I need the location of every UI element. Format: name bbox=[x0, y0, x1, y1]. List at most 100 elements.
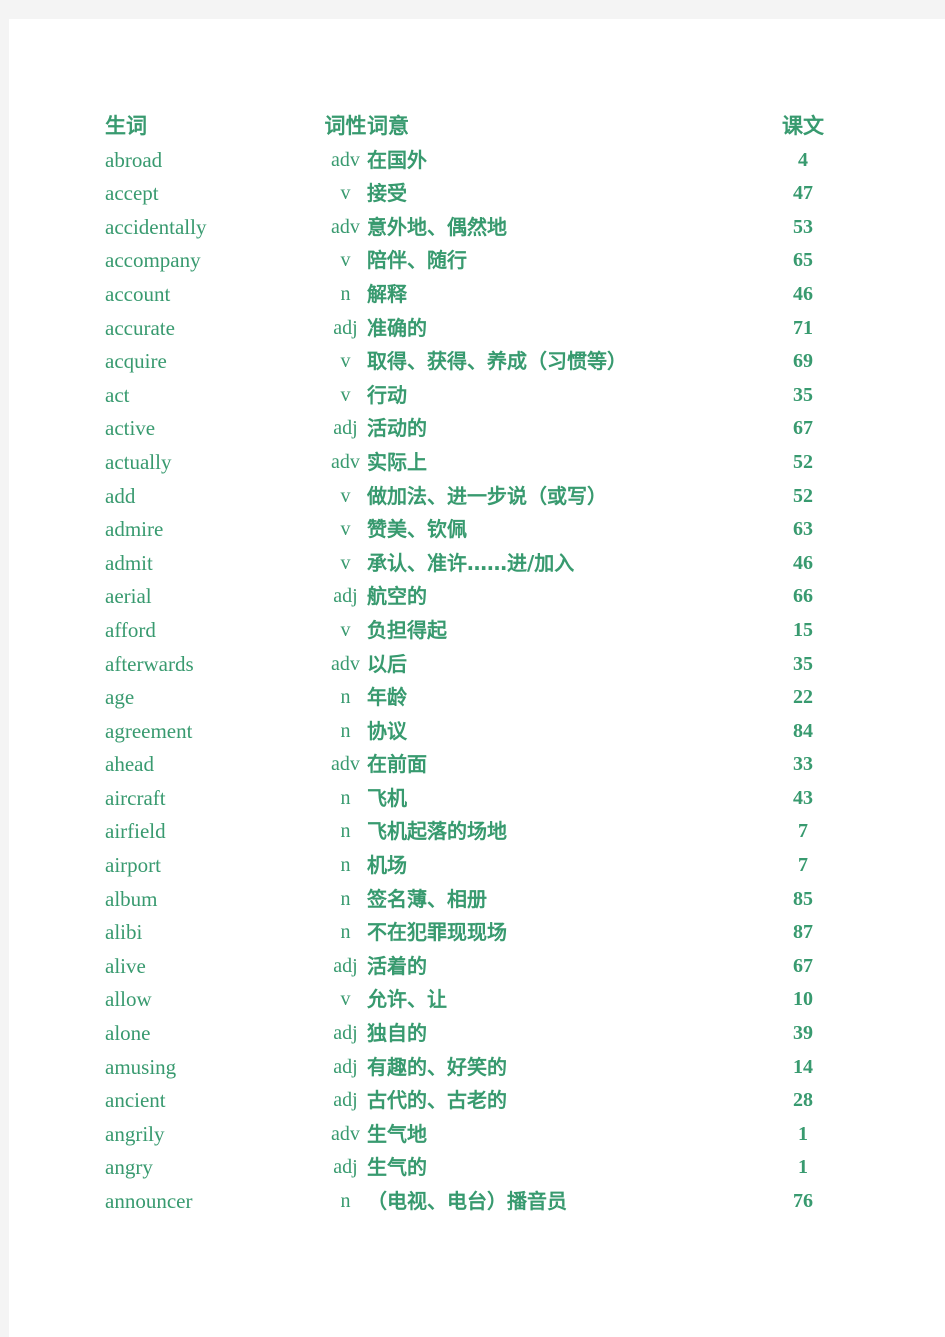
cell-lesson: 47 bbox=[793, 182, 813, 205]
cell-word: angrily bbox=[105, 1121, 165, 1146]
cell-lesson: 1 bbox=[798, 1156, 808, 1179]
cell-pos: n bbox=[340, 686, 351, 709]
cell-meaning: 航空的 bbox=[367, 584, 427, 609]
cell-lesson: 35 bbox=[793, 383, 813, 406]
cell-pos: n bbox=[340, 854, 351, 877]
cell-pos: n bbox=[340, 282, 351, 305]
cell-meaning: 意外地、偶然地 bbox=[367, 214, 507, 239]
cell-pos: adj bbox=[333, 1055, 358, 1078]
cell-meaning: 生气地 bbox=[367, 1121, 427, 1146]
cell-word: ancient bbox=[105, 1088, 166, 1113]
cell-pos: v bbox=[340, 518, 351, 541]
table-row: aerial adj 航空的 66 bbox=[105, 580, 849, 614]
table-row: angry adj 生气的 1 bbox=[105, 1151, 849, 1185]
cell-meaning: 活动的 bbox=[367, 416, 427, 441]
cell-word: angry bbox=[105, 1155, 153, 1180]
table-row: admire v 赞美、钦佩 63 bbox=[105, 513, 849, 547]
table-row: abroad adv 在国外 4 bbox=[105, 144, 849, 178]
table-row: acquire v 取得、获得、养成（习惯等） 69 bbox=[105, 345, 849, 379]
cell-pos: adv bbox=[331, 148, 360, 171]
cell-lesson: 69 bbox=[793, 350, 813, 373]
cell-word: abroad bbox=[105, 147, 163, 172]
cell-pos: adv bbox=[331, 450, 360, 473]
cell-meaning: 在国外 bbox=[367, 147, 427, 172]
table-row: alone adj 独自的 39 bbox=[105, 1017, 849, 1051]
cell-pos: v bbox=[340, 383, 351, 406]
table-row: actually adv 实际上 52 bbox=[105, 446, 849, 480]
cell-pos: adj bbox=[333, 417, 358, 440]
cell-lesson: 22 bbox=[793, 686, 813, 709]
cell-meaning: 取得、获得、养成（习惯等） bbox=[367, 349, 627, 374]
cell-lesson: 15 bbox=[793, 618, 813, 641]
cell-lesson: 4 bbox=[798, 148, 808, 171]
cell-meaning: 在前面 bbox=[367, 752, 427, 777]
cell-pos: adv bbox=[331, 1122, 360, 1145]
cell-lesson: 76 bbox=[793, 1190, 813, 1212]
table-row: aircraft n 飞机 43 bbox=[105, 782, 849, 816]
vocabulary-table: 生词 词性 词意 课文 abroad adv 在国外 4 accept v 接受 47 acci… bbox=[105, 110, 849, 1219]
cell-lesson: 66 bbox=[793, 585, 813, 608]
table-row: airfield n 飞机起落的场地 7 bbox=[105, 815, 849, 849]
cell-lesson: 85 bbox=[793, 887, 813, 910]
cell-lesson: 52 bbox=[793, 450, 813, 473]
table-header-row: 生词 词性 词意 课文 bbox=[105, 110, 849, 144]
cell-word: admire bbox=[105, 517, 164, 542]
cell-lesson: 7 bbox=[798, 854, 808, 877]
cell-word: airfield bbox=[105, 819, 166, 844]
cell-lesson: 46 bbox=[793, 282, 813, 305]
cell-meaning: 有趣的、好笑的 bbox=[367, 1054, 507, 1079]
cell-meaning: 飞机起落的场地 bbox=[367, 819, 507, 844]
column-header-word: 生词 bbox=[105, 114, 147, 138]
cell-meaning: 古代的、古老的 bbox=[367, 1088, 507, 1113]
cell-lesson: 1 bbox=[798, 1122, 808, 1145]
cell-lesson: 35 bbox=[793, 652, 813, 675]
cell-lesson: 43 bbox=[793, 786, 813, 809]
cell-word: actually bbox=[105, 449, 172, 474]
cell-pos: n bbox=[340, 719, 351, 742]
cell-word: aerial bbox=[105, 584, 152, 609]
cell-meaning: （电视、电台）播音员 bbox=[367, 1189, 567, 1213]
cell-meaning: 做加法、进一步说（或写） bbox=[367, 483, 607, 508]
cell-word: afterwards bbox=[105, 651, 194, 676]
cell-pos: adv bbox=[331, 215, 360, 238]
cell-word: amusing bbox=[105, 1054, 177, 1079]
cell-pos: adj bbox=[333, 1022, 358, 1045]
column-header-lesson: 课文 bbox=[782, 114, 824, 138]
cell-lesson: 71 bbox=[793, 316, 813, 339]
cell-word: accept bbox=[105, 181, 159, 206]
cell-word: aircraft bbox=[105, 785, 166, 810]
table-row: airport n 机场 7 bbox=[105, 849, 849, 883]
cell-word: alive bbox=[105, 953, 146, 978]
cell-lesson: 87 bbox=[793, 921, 813, 944]
table-row: alive adj 活着的 67 bbox=[105, 950, 849, 984]
cell-meaning: 行动 bbox=[367, 382, 407, 407]
table-row: afford v 负担得起 15 bbox=[105, 614, 849, 648]
cell-meaning: 允许、让 bbox=[367, 987, 447, 1012]
table-row: accidentally adv 意外地、偶然地 53 bbox=[105, 211, 849, 245]
cell-pos: v bbox=[340, 551, 351, 574]
cell-meaning: 签名薄、相册 bbox=[367, 886, 487, 911]
table-row: accompany v 陪伴、随行 65 bbox=[105, 244, 849, 278]
table-row: allow v 允许、让 10 bbox=[105, 983, 849, 1017]
cell-pos: n bbox=[340, 921, 351, 944]
table-row: active adj 活动的 67 bbox=[105, 412, 849, 446]
table-row: alibi n 不在犯罪现现场 87 bbox=[105, 916, 849, 950]
cell-pos: v bbox=[340, 249, 351, 272]
cell-lesson: 39 bbox=[793, 1022, 813, 1045]
cell-word: admit bbox=[105, 550, 153, 575]
cell-word: accidentally bbox=[105, 214, 207, 239]
cell-meaning: 实际上 bbox=[367, 449, 427, 474]
cell-word: alone bbox=[105, 1021, 151, 1046]
cell-pos: v bbox=[340, 618, 351, 641]
cell-word: acquire bbox=[105, 349, 167, 374]
table-row: admit v 承认、准许……进/加入 46 bbox=[105, 547, 849, 581]
cell-meaning: 机场 bbox=[367, 853, 407, 878]
table-row: accurate adj 准确的 71 bbox=[105, 312, 849, 346]
table-row: agreement n 协议 84 bbox=[105, 715, 849, 749]
cell-lesson: 63 bbox=[793, 518, 813, 541]
table-row: amusing adj 有趣的、好笑的 14 bbox=[105, 1051, 849, 1085]
column-header-meaning: 词意 bbox=[367, 114, 409, 138]
cell-meaning: 承认、准许……进/加入 bbox=[367, 550, 575, 575]
cell-word: age bbox=[105, 685, 135, 710]
cell-meaning: 解释 bbox=[367, 281, 407, 306]
